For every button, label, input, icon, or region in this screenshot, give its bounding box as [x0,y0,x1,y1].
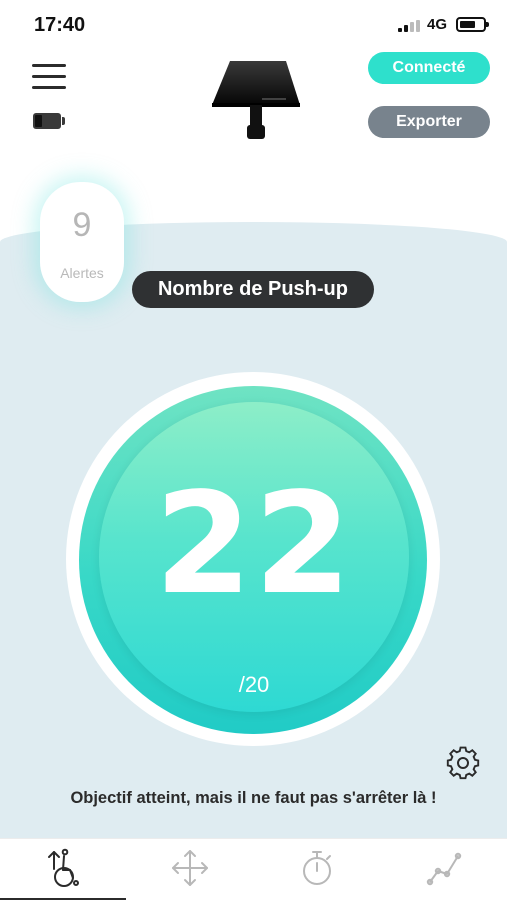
tab-timer[interactable] [254,839,380,900]
tab-pushup[interactable] [0,839,126,900]
tab-statistics[interactable] [381,839,507,900]
network-type: 4G [427,16,448,33]
device-battery-icon [33,113,65,129]
hamburger-menu-icon[interactable] [32,62,66,90]
export-button[interactable]: Exporter [368,106,490,138]
connected-button[interactable]: Connecté [368,52,490,84]
wheelchair-pushup-icon [48,848,79,887]
alerts-count: 9 [72,206,92,244]
metric-title: Nombre de Push-up [132,271,374,308]
gear-icon[interactable] [446,746,480,780]
signal-strength-icon [398,20,420,32]
phone-battery-icon [456,17,489,32]
sensor-device-icon [208,55,304,145]
pushup-count: 22 [154,463,354,626]
pushup-target: /20 [238,672,270,697]
alerts-card[interactable]: 9 Alertes [40,182,124,302]
move-arrows-icon [172,850,208,886]
bottom-tab-bar [0,838,507,900]
goal-message: Objectif atteint, mais il ne faut pas s'… [70,789,437,807]
tab-movement[interactable] [127,839,253,900]
line-chart-icon [426,852,462,886]
status-bar: 17:40 4G [0,0,507,48]
status-time: 17:40 [34,14,86,36]
stopwatch-icon [303,851,331,885]
alerts-label: Alertes [60,265,104,281]
